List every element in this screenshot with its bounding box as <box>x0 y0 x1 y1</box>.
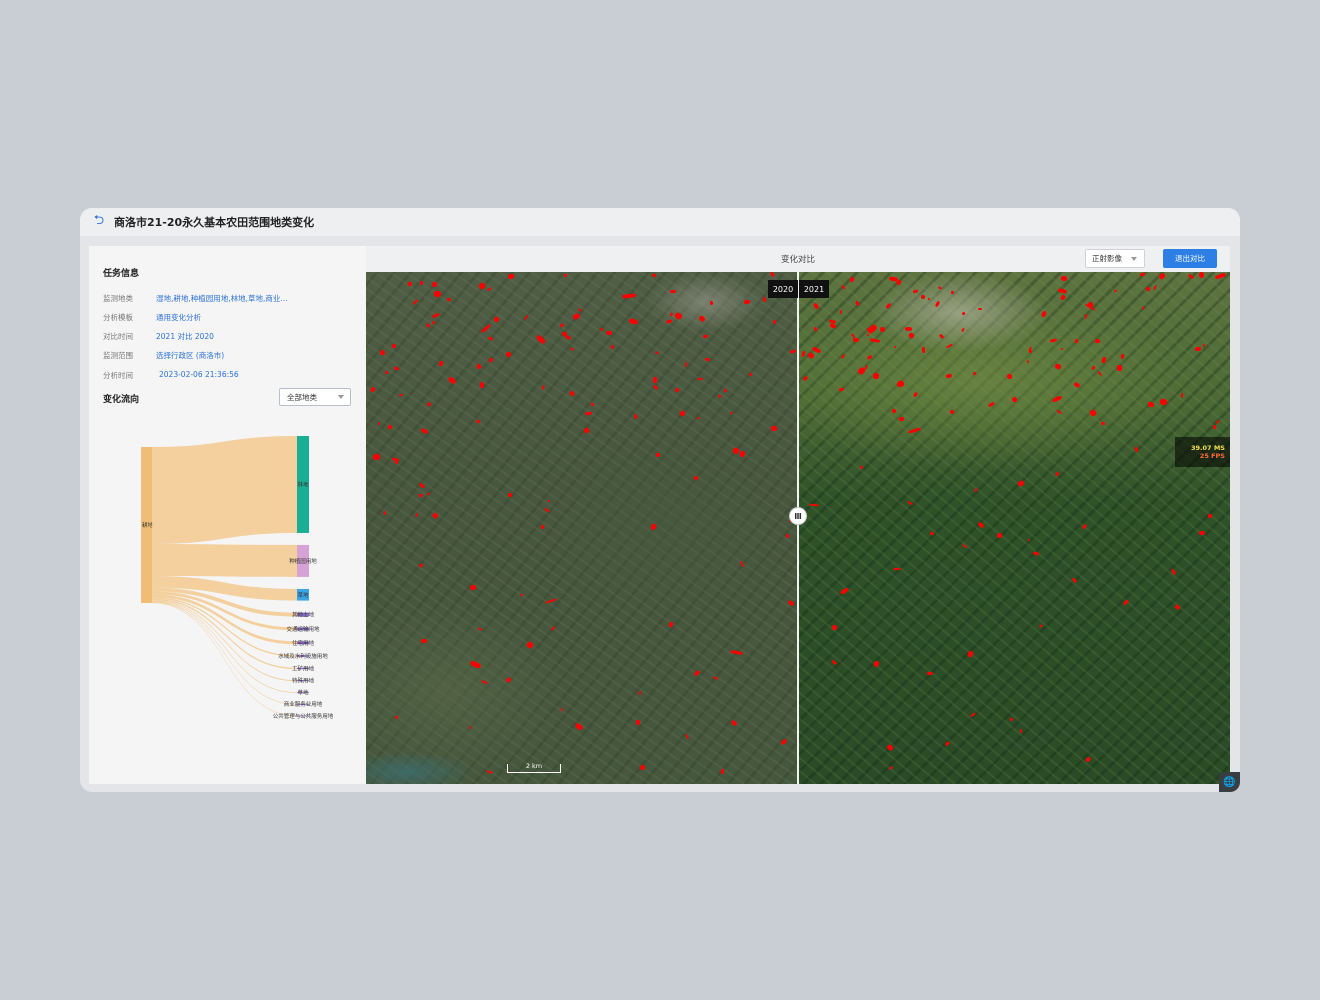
app-window: ⮌ 商洛市21-20永久基本农田范围地类变化 任务信息 监测地类 湿地,耕地,种… <box>80 208 1240 792</box>
change-patch[interactable] <box>1198 272 1204 279</box>
change-patch[interactable] <box>1060 275 1068 282</box>
sankey-link[interactable] <box>152 543 297 577</box>
compare-title: 变化对比 <box>780 255 815 265</box>
info-row-template: 分析模板 通用变化分析 <box>103 312 201 323</box>
perf-ms: 39.07 MS <box>1191 444 1225 452</box>
change-patch[interactable] <box>605 330 613 335</box>
change-patch[interactable] <box>873 372 880 379</box>
scale-bar: 2 km <box>507 763 561 773</box>
change-patch[interactable] <box>1074 338 1078 344</box>
compare-panel: 变化对比 正射影像 退出对比 2020 2021 Ⅲ 2 km 39.07 MS <box>366 246 1230 784</box>
year-tag-left: 2020 <box>768 280 798 298</box>
sankey-target-label: 公共管理与公共服务用地 <box>273 712 334 720</box>
change-patch[interactable] <box>372 453 381 460</box>
chevron-down-icon <box>338 395 344 399</box>
change-patch[interactable] <box>785 533 790 538</box>
info-value[interactable]: 选择行政区 (商洛市) <box>156 350 224 361</box>
info-label: 对比时间 <box>103 332 133 341</box>
change-patch[interactable] <box>652 376 658 383</box>
change-patch[interactable] <box>1146 400 1154 408</box>
sankey-target-label: 林地 <box>297 480 309 488</box>
perf-fps: 25 FPS <box>1199 452 1225 460</box>
change-patch[interactable] <box>1194 346 1201 352</box>
page-title: 商洛市21-20永久基本农田范围地类变化 <box>114 216 315 229</box>
change-patch[interactable] <box>1180 392 1184 398</box>
compare-header: 变化对比 正射影像 退出对比 <box>366 246 1230 272</box>
info-row-scope: 监测范围 选择行政区 (商洛市) <box>103 350 224 361</box>
info-row-compare-time: 对比时间 2021 对比 2020 <box>103 331 214 342</box>
imagery-layer-value: 正射影像 <box>1092 254 1122 263</box>
sankey-target-label: 草地 <box>297 689 309 697</box>
globe-icon[interactable]: 🌐 <box>1219 772 1240 792</box>
change-patch[interactable] <box>684 361 687 368</box>
info-label: 监测地类 <box>103 294 133 303</box>
sankey-chart: 耕地林地种植园用地草地其他土地交通运输用地住宅用地水域及水利设施用地工矿用地特殊… <box>141 436 334 720</box>
info-value[interactable]: 通用变化分析 <box>156 312 201 323</box>
change-patch[interactable] <box>519 592 523 597</box>
change-patch[interactable] <box>651 273 657 277</box>
change-patch[interactable] <box>1116 364 1122 371</box>
change-patch[interactable] <box>950 290 954 295</box>
change-patch[interactable] <box>633 414 638 420</box>
sankey-target-label: 工矿用地 <box>292 664 315 672</box>
task-info-panel: 任务信息 监测地类 湿地,耕地,种植园用地,林地,草地,商业... 分析模板 通… <box>89 246 366 784</box>
swipe-map[interactable]: 2020 2021 Ⅲ 2 km 39.07 MS 25 FPS <box>366 272 1230 784</box>
sankey-target-label: 住宅用地 <box>292 639 315 647</box>
landtype-filter-value: 全部地类 <box>287 392 317 402</box>
performance-overlay: 39.07 MS 25 FPS <box>1175 437 1230 467</box>
sankey-target-label: 水域及水利设施用地 <box>278 652 328 660</box>
info-row-analysis-time: 分析时间 2023-02-06 21:36:56 <box>103 370 239 381</box>
sankey-target-label: 草地 <box>297 591 309 599</box>
info-label: 分析模板 <box>103 313 133 322</box>
sankey-link[interactable] <box>152 598 297 670</box>
map-2021-imagery[interactable] <box>798 272 1230 784</box>
sankey-target-label: 交通运输用地 <box>286 625 320 633</box>
change-patch[interactable] <box>479 382 485 389</box>
task-info-title: 任务信息 <box>103 269 140 279</box>
change-patch[interactable] <box>1032 550 1039 555</box>
swipe-divider[interactable] <box>797 272 799 784</box>
change-patch[interactable] <box>921 347 925 354</box>
sankey-source-label: 耕地 <box>142 521 154 529</box>
year-tag-right: 2021 <box>799 280 829 298</box>
info-label: 监测范围 <box>103 351 133 360</box>
info-value: 2023-02-06 21:36:56 <box>159 370 239 379</box>
change-patch[interactable] <box>394 366 400 370</box>
sankey-target-label: 商业服务业用地 <box>284 700 323 708</box>
landtype-filter-select[interactable]: 全部地类 <box>279 388 351 406</box>
map-2020-imagery[interactable] <box>366 272 798 784</box>
exit-compare-button[interactable]: 退出对比 <box>1163 249 1217 268</box>
flow-title: 变化流向 <box>103 395 140 405</box>
sankey-target-label: 其他土地 <box>292 611 315 619</box>
change-patch[interactable] <box>852 338 859 343</box>
imagery-layer-select[interactable]: 正射影像 <box>1085 249 1145 268</box>
change-patch[interactable] <box>1198 530 1205 536</box>
chevron-down-icon <box>1131 257 1137 261</box>
sankey-target-label: 特殊用地 <box>292 677 315 685</box>
change-patch[interactable] <box>433 290 441 297</box>
info-label: 分析时间 <box>103 371 133 380</box>
content-area: 任务信息 监测地类 湿地,耕地,种植园用地,林地,草地,商业... 分析模板 通… <box>89 246 1230 784</box>
swipe-handle[interactable]: Ⅲ <box>789 507 807 525</box>
river-feature <box>366 742 476 784</box>
sankey-target-label: 种植园用地 <box>289 557 317 565</box>
sankey-link[interactable] <box>152 436 297 544</box>
info-value[interactable]: 2021 对比 2020 <box>156 331 214 342</box>
info-value[interactable]: 湿地,耕地,种植园用地,林地,草地,商业... <box>156 293 288 304</box>
back-arrow-icon[interactable]: ⮌ <box>92 213 106 229</box>
info-row-monitor-types: 监测地类 湿地,耕地,种植园用地,林地,草地,商业... <box>103 293 288 304</box>
title-bar: ⮌ 商洛市21-20永久基本农田范围地类变化 <box>80 208 1240 236</box>
change-patch[interactable] <box>973 371 977 375</box>
change-patch[interactable] <box>377 421 380 425</box>
change-patch[interactable] <box>569 347 574 351</box>
